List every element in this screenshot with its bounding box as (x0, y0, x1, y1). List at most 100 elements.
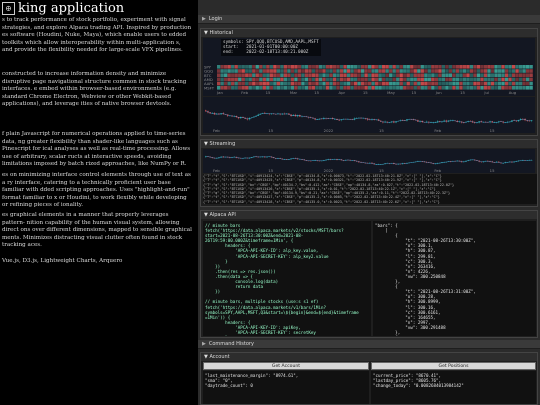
heatmap-tick-label: Mar (290, 90, 298, 95)
heatmap-cell (259, 69, 263, 73)
heatmap-cell (406, 86, 410, 90)
heatmap-cell (378, 81, 382, 86)
heatmap-cell (238, 77, 242, 82)
heatmap-cell (522, 77, 526, 82)
streaming-candlestick-chart[interactable]: Feb 15 2022 15 Feb 15 (203, 149, 535, 173)
heatmap-cell (220, 81, 224, 86)
heatmap-cell (262, 77, 266, 82)
heatmap-cell (269, 77, 273, 82)
heatmap-cell (378, 77, 382, 82)
heatmap-cell (329, 65, 333, 69)
heatmap-cell (301, 86, 305, 90)
heatmap-cell (420, 65, 424, 69)
heatmap-cell (504, 69, 509, 73)
collapse-arrow-icon: ▼ (204, 141, 208, 147)
heatmap-cell (469, 73, 474, 77)
heatmap-cell (473, 86, 477, 90)
heatmap-cell (357, 81, 361, 86)
heatmap-cell (396, 73, 400, 77)
streaming-log[interactable]: {"T":"t","S":"BTCUSD","i":40913424,"x":"… (203, 174, 537, 204)
heatmap-cell (490, 65, 495, 69)
heatmap-cell (466, 73, 470, 77)
alpaca-api-header[interactable]: ▼ Alpaca API (201, 211, 537, 219)
heatmap-cell (504, 77, 509, 82)
api-script-editor[interactable]: // minute bars fetch('https://data.alpac… (203, 221, 371, 336)
heatmap-cell (476, 86, 481, 90)
streaming-header[interactable]: ▼ Streaming (201, 140, 537, 148)
heatmap-cell (297, 86, 302, 90)
heatmap-cell (462, 69, 467, 73)
heatmap-cell (515, 77, 519, 82)
app-icon[interactable]: ⊕ (2, 2, 15, 15)
heatmap-cell (420, 86, 424, 90)
heatmap-cell (459, 65, 463, 69)
heatmap-cell (410, 65, 414, 69)
heatmap-cell (367, 73, 372, 77)
heatmap-cell (227, 81, 231, 86)
account-output[interactable]: "last_maintenance_margin": "8974.61", "s… (203, 371, 369, 404)
expand-arrow-icon: ▶ (202, 16, 206, 22)
app-title: ⊕ king application (2, 1, 124, 16)
heatmap-cell (283, 69, 288, 73)
heatmap-cell (497, 81, 502, 86)
heatmap-cell (420, 73, 424, 77)
heatmap-cell (241, 81, 245, 86)
heatmap-cell (399, 81, 403, 86)
heatmap-cell (392, 73, 396, 77)
heatmap-cell (304, 86, 309, 90)
heatmap-cell (427, 86, 431, 90)
heatmap-cell (441, 81, 446, 86)
heatmap-cell (406, 73, 410, 77)
heatmap-cell (353, 81, 358, 86)
heatmap-cell (501, 86, 505, 90)
heatmap-cell (445, 86, 449, 90)
heatmap-cell (448, 69, 453, 73)
heatmap-cell (452, 77, 456, 82)
heatmap-cell (385, 65, 389, 69)
heatmap-cell (224, 77, 228, 82)
heatmap-cell (329, 86, 333, 90)
heatmap-cell (238, 65, 242, 69)
heatmap-cell (473, 73, 477, 77)
heatmap-cell (480, 86, 484, 90)
heatmap-cell (262, 73, 266, 77)
heatmap-cell (403, 65, 407, 69)
heatmap-cell (336, 65, 340, 69)
heatmap-cell (473, 77, 477, 82)
heatmap-cell (332, 86, 337, 90)
account-header[interactable]: ▼ Account (201, 353, 537, 361)
heatmap-cell (241, 77, 245, 82)
command-history-header[interactable]: ▶ Command History (198, 340, 540, 349)
heatmap-cell (518, 86, 523, 90)
heatmap-cell (518, 65, 523, 69)
heatmap-cell (508, 69, 512, 73)
get-positions-button[interactable]: Get Positions (371, 362, 536, 370)
heatmap-cell (371, 81, 375, 86)
heatmap-cell (431, 77, 435, 82)
heatmap-cell (438, 65, 442, 69)
historical-header[interactable]: ▼ Historical (201, 29, 537, 37)
heatmap-cell (480, 69, 484, 73)
heatmap-cell (220, 69, 224, 73)
heatmap-cell (273, 81, 277, 86)
historical-candlestick-chart[interactable]: Feb 15 2022 15 Feb 15 (203, 97, 535, 133)
heatmap-cell (311, 65, 316, 69)
api-response-output[interactable]: "bars": { [ { "t": "2021-08-26T13:30:00Z… (373, 221, 536, 336)
heatmap-cell (389, 69, 393, 73)
heatmap-cell (417, 81, 421, 86)
heatmap-cell (346, 86, 351, 90)
positions-output[interactable]: "current_price": "8670.41", "lastday_pri… (371, 371, 536, 404)
heatmap-cell (220, 77, 224, 82)
heatmap-cell (375, 73, 379, 77)
heatmap-cell (403, 86, 407, 90)
heatmap-cell (406, 81, 410, 86)
heatmap-cell (473, 81, 477, 86)
get-account-button[interactable]: Get Account (203, 362, 369, 370)
heatmap-tick-label: Jun (435, 90, 443, 95)
heatmap-cell (434, 73, 438, 77)
login-section-header[interactable]: ▶ Login (198, 15, 540, 24)
heatmap-cell (371, 86, 375, 90)
historical-heatmap-chart[interactable]: SPY QQQ BTC AMD AAPL MSFT Jan Feb 15 Mar 15 Apr 15 Ma… (203, 38, 535, 96)
heatmap-cell (259, 86, 263, 90)
heatmap-cell (466, 69, 470, 73)
